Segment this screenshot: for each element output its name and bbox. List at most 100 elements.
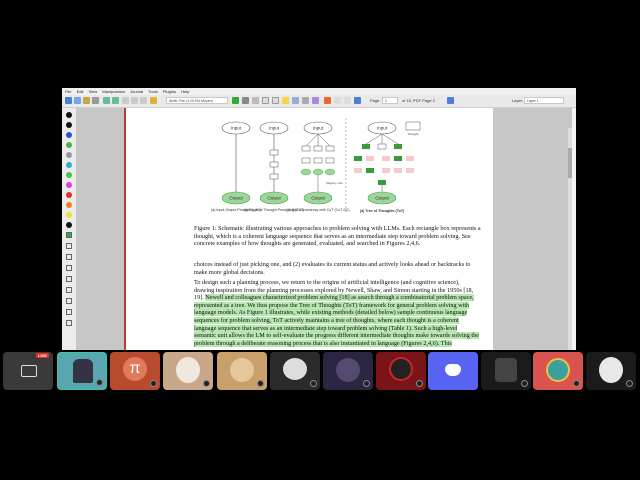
menu-tools[interactable]: Tools xyxy=(148,89,157,94)
tot-caption: (d) Tree of Thoughts (ToT) xyxy=(360,209,405,213)
paragraph-1: choices instead of just picking one, and… xyxy=(194,261,471,276)
save-icon[interactable] xyxy=(65,97,72,104)
image-icon[interactable] xyxy=(312,97,319,104)
paragraph-2: To design such a planning process, we re… xyxy=(194,279,481,347)
undo-icon[interactable] xyxy=(103,97,110,104)
avatar-shiba[interactable] xyxy=(217,352,267,390)
color-red[interactable] xyxy=(66,192,72,198)
mute-icon xyxy=(203,380,210,387)
menu-edit[interactable]: Edit xyxy=(77,89,84,94)
shiba-icon xyxy=(230,358,254,382)
avatar-bird[interactable] xyxy=(270,352,320,390)
figure-caption: Figure 1: Schematic illustrating various… xyxy=(194,225,481,248)
menu-manipulation[interactable]: Manipulation xyxy=(102,89,125,94)
color-black[interactable] xyxy=(66,112,72,118)
print-icon[interactable] xyxy=(92,97,99,104)
tot-diagram: Input Thought Output (d) Tree of Thought… xyxy=(354,121,421,213)
color-lime[interactable] xyxy=(66,172,72,178)
avatar-colorful[interactable] xyxy=(533,352,583,390)
select-rect-tool-icon[interactable] xyxy=(66,287,72,293)
avatar-dark-red[interactable] xyxy=(376,352,426,390)
layer-selector[interactable]: Layer 1 xyxy=(524,97,564,104)
menu-bar: File Edit View Manipulation Journal Tool… xyxy=(62,88,576,95)
dog-icon xyxy=(176,357,200,383)
select-icon[interactable] xyxy=(272,97,279,104)
select-region-tool-icon[interactable] xyxy=(66,298,72,304)
color-blue[interactable] xyxy=(66,132,72,138)
menu-journal[interactable]: Journal xyxy=(130,89,143,94)
mute-icon xyxy=(96,379,103,386)
color-orange[interactable] xyxy=(66,202,72,208)
zoom-icon[interactable] xyxy=(334,97,341,104)
eraser-icon[interactable] xyxy=(252,97,259,104)
avatar-discord[interactable] xyxy=(428,352,478,390)
new-icon[interactable] xyxy=(74,97,81,104)
mute-icon xyxy=(573,380,580,387)
color-yellow[interactable] xyxy=(66,212,72,218)
avatar-dog[interactable] xyxy=(163,352,213,390)
scrollbar-thumb[interactable] xyxy=(568,148,572,178)
color-black-2[interactable] xyxy=(66,122,72,128)
mute-icon xyxy=(521,380,528,387)
document-canvas[interactable]: Input Output (a) Input-Output Prompting … xyxy=(76,108,572,350)
avatar-warrior[interactable] xyxy=(481,352,531,390)
zoom-out-icon[interactable] xyxy=(344,97,351,104)
previous-page-icon[interactable] xyxy=(354,97,361,104)
menu-view[interactable]: View xyxy=(89,89,98,94)
layer-label: Layer: xyxy=(512,98,524,103)
color-cyan[interactable] xyxy=(66,162,72,168)
color-palette xyxy=(62,108,76,350)
paste-icon[interactable] xyxy=(140,97,147,104)
participant-dock: π xyxy=(0,352,640,392)
search-icon[interactable] xyxy=(150,97,157,104)
highlighter-icon[interactable] xyxy=(282,97,289,104)
camera-icon xyxy=(21,365,37,377)
shovel-knight-icon xyxy=(73,359,93,383)
shape-icon[interactable] xyxy=(302,97,309,104)
avatar-shovel-knight[interactable] xyxy=(57,352,107,390)
color-icon[interactable] xyxy=(232,97,239,104)
text-tool-icon[interactable] xyxy=(66,265,72,271)
open-icon[interactable] xyxy=(83,97,90,104)
eraser-tool-icon[interactable] xyxy=(66,243,72,249)
mute-icon xyxy=(416,380,423,387)
hand-tool-icon[interactable] xyxy=(66,320,72,326)
tree-of-thoughts-figure: Input Output (a) Input-Output Prompting … xyxy=(211,118,421,213)
rect-icon[interactable] xyxy=(262,97,269,104)
avatar-masked-face[interactable] xyxy=(586,352,636,390)
line-icon[interactable] xyxy=(242,97,249,104)
pen-tool-icon[interactable] xyxy=(66,232,72,238)
menu-help[interactable]: Help xyxy=(181,89,189,94)
text-icon[interactable] xyxy=(292,97,299,104)
live-badge: LIVE xyxy=(36,353,49,358)
pen-selector[interactable]: Arbitr. Pen (1.00 f04 Moyen) xyxy=(166,97,228,104)
avatar-cat-dark[interactable] xyxy=(323,352,373,390)
mute-icon xyxy=(310,380,317,387)
image-tool-icon[interactable] xyxy=(66,276,72,282)
page-number-input[interactable]: 2 xyxy=(382,97,398,104)
masked-face-icon xyxy=(599,357,623,383)
copy-icon[interactable] xyxy=(131,97,138,104)
menu-file[interactable]: File xyxy=(65,89,71,94)
vertical-scrollbar[interactable] xyxy=(568,128,572,350)
toolbar: Arbitr. Pen (1.00 f04 Moyen) Page 2 of 1… xyxy=(62,95,576,108)
pdf-page[interactable]: Input Output (a) Input-Output Prompting … xyxy=(124,108,493,350)
color-magenta[interactable] xyxy=(66,182,72,188)
discord-icon xyxy=(445,364,461,376)
tot-input-label: Input xyxy=(377,126,388,131)
avatar-pi[interactable]: π xyxy=(110,352,160,390)
xournal-window: File Edit View Manipulation Journal Tool… xyxy=(62,88,576,350)
hand-icon[interactable] xyxy=(324,97,331,104)
redo-icon[interactable] xyxy=(112,97,119,104)
color-gray[interactable] xyxy=(66,152,72,158)
vertical-space-tool-icon[interactable] xyxy=(66,309,72,315)
cut-icon[interactable] xyxy=(122,97,129,104)
io-output-label: Output xyxy=(229,196,243,201)
color-black-3[interactable] xyxy=(66,222,72,228)
highlighter-tool-icon[interactable] xyxy=(66,254,72,260)
next-page-icon[interactable] xyxy=(447,97,454,104)
color-green[interactable] xyxy=(66,142,72,148)
menu-plugins[interactable]: Plugins xyxy=(163,89,176,94)
cotsc-output-label: Output xyxy=(311,196,325,201)
cot-diagram: Input Output (b) Chain of Thought Prompt… xyxy=(244,121,304,212)
